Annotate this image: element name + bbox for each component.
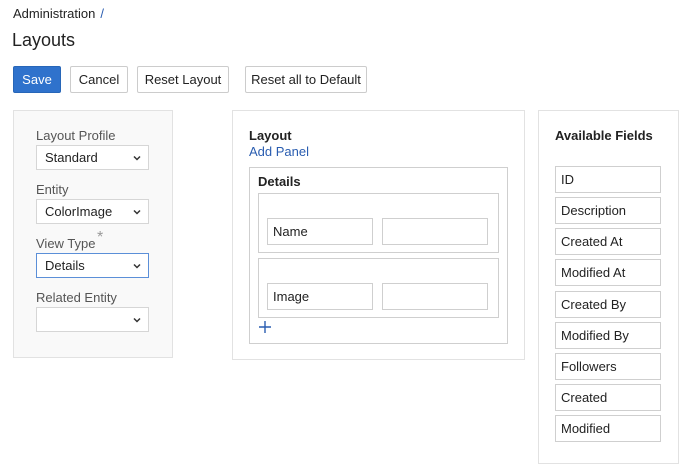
field-item-followers[interactable]: Followers bbox=[555, 353, 661, 380]
reset-layout-button[interactable]: Reset Layout bbox=[137, 66, 229, 93]
chevron-down-icon bbox=[133, 209, 141, 215]
breadcrumb-administration-link[interactable]: Administration bbox=[13, 6, 95, 21]
entity-select[interactable]: ColorImage bbox=[36, 199, 149, 224]
layout-profile-label: Layout Profile bbox=[36, 128, 116, 143]
field-item-modified-by[interactable]: Modified By bbox=[555, 322, 661, 349]
field-item-modified[interactable]: Modified bbox=[555, 415, 661, 442]
page-title: Layouts bbox=[12, 30, 76, 50]
reset-all-to-default-button[interactable]: Reset all to Default bbox=[245, 66, 367, 93]
breadcrumb: Administration / bbox=[13, 6, 104, 21]
related-entity-label: Related Entity bbox=[36, 290, 117, 305]
plus-icon[interactable] bbox=[258, 320, 272, 334]
chevron-down-icon bbox=[133, 155, 141, 161]
add-panel-link[interactable]: Add Panel bbox=[249, 144, 309, 159]
field-item-created-by[interactable]: Created By bbox=[555, 291, 661, 318]
view-type-select[interactable]: Details bbox=[36, 253, 149, 278]
layout-cell-image[interactable]: Image bbox=[267, 283, 373, 310]
entity-value: ColorImage bbox=[45, 204, 113, 219]
related-entity-select[interactable] bbox=[36, 307, 149, 332]
field-item-created[interactable]: Created bbox=[555, 384, 661, 411]
required-mark: * bbox=[97, 229, 104, 246]
field-item-created-at[interactable]: Created At bbox=[555, 228, 661, 255]
field-item-modified-at[interactable]: Modified At bbox=[555, 259, 661, 286]
layout-title: Layout bbox=[249, 128, 292, 143]
breadcrumb-separator: / bbox=[100, 6, 104, 21]
save-button[interactable]: Save bbox=[13, 66, 61, 93]
field-item-description[interactable]: Description bbox=[555, 197, 661, 224]
layout-profile-value: Standard bbox=[45, 150, 98, 165]
field-item-id[interactable]: ID bbox=[555, 166, 661, 193]
layout-cell-name[interactable]: Name bbox=[267, 218, 373, 245]
view-type-value: Details bbox=[45, 258, 85, 273]
layout-cell-empty[interactable] bbox=[382, 218, 488, 245]
chevron-down-icon bbox=[133, 263, 141, 269]
layout-cell-empty[interactable] bbox=[382, 283, 488, 310]
available-fields-title: Available Fields bbox=[555, 128, 653, 143]
details-panel-title: Details bbox=[258, 174, 301, 189]
entity-label: Entity bbox=[36, 182, 69, 197]
chevron-down-icon bbox=[133, 317, 141, 323]
view-type-label: View Type bbox=[36, 236, 96, 251]
cancel-button[interactable]: Cancel bbox=[70, 66, 128, 93]
layout-profile-select[interactable]: Standard bbox=[36, 145, 149, 170]
